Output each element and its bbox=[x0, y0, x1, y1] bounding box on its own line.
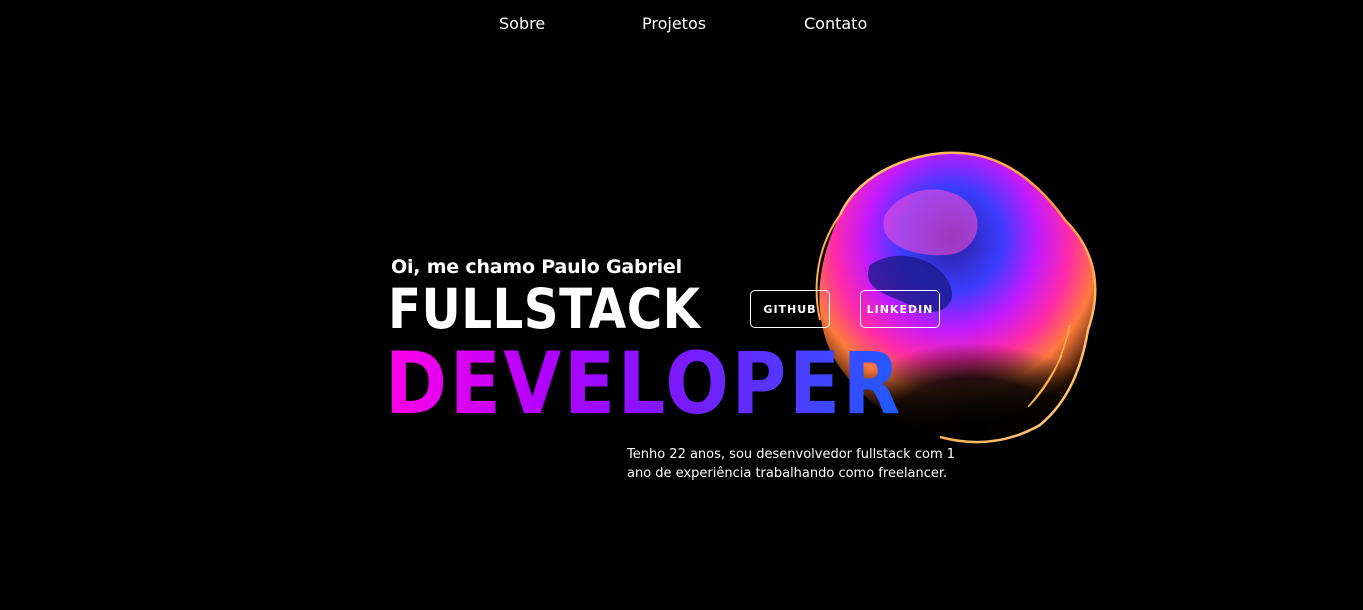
nav-link-contato[interactable]: Contato bbox=[804, 14, 867, 33]
page: Sobre Projetos Contato Oi, me chamo Paul… bbox=[0, 0, 1363, 610]
hero-title-fullstack: FULLSTACK bbox=[388, 277, 701, 341]
hero-greeting: Oi, me chamo Paulo Gabriel bbox=[391, 256, 682, 278]
linkedin-button[interactable]: LINKEDIN bbox=[860, 290, 940, 328]
hero-bio: Tenho 22 anos, sou desenvolvedor fullsta… bbox=[627, 447, 956, 481]
nav-link-projetos[interactable]: Projetos bbox=[642, 14, 706, 33]
hero-title-developer: DEVELOPER bbox=[385, 334, 903, 434]
nav-link-sobre[interactable]: Sobre bbox=[499, 14, 545, 33]
github-button[interactable]: GITHUB bbox=[750, 290, 830, 328]
